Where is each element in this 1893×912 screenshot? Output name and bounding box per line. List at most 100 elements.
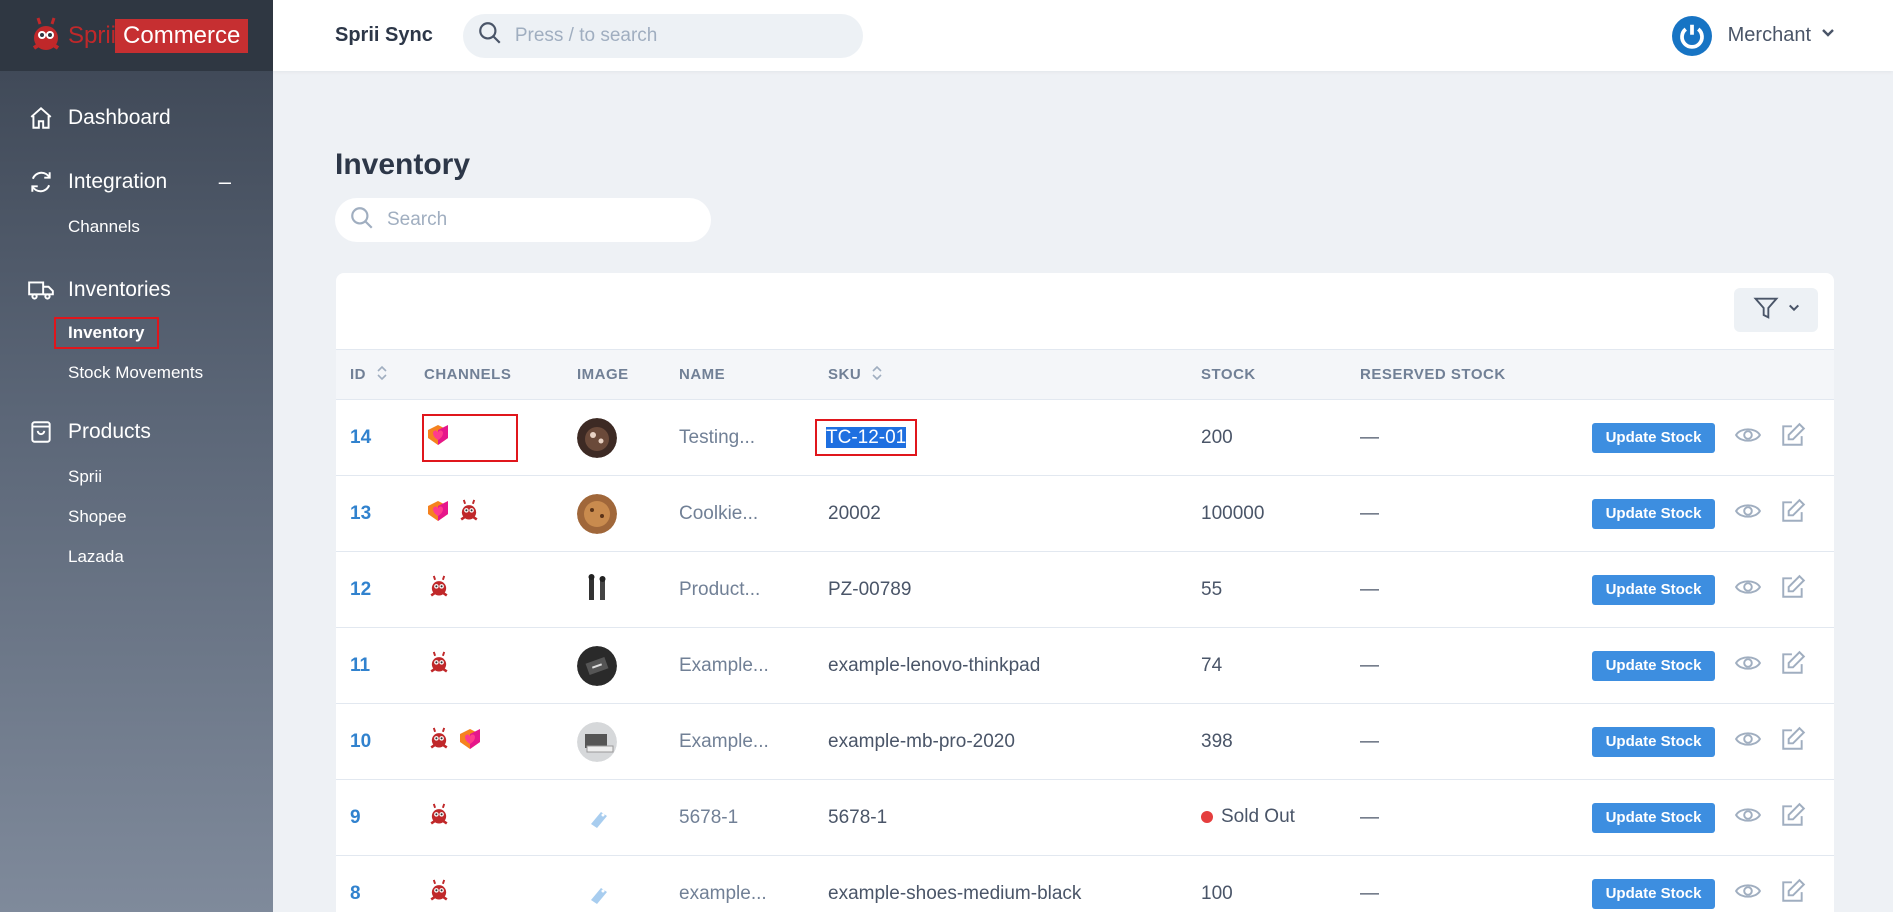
sku-value[interactable]: example-shoes-medium-black: [828, 883, 1081, 904]
product-thumbnail: [577, 797, 617, 838]
stock-value: 55: [1201, 578, 1223, 600]
sort-icon[interactable]: [377, 365, 387, 385]
view-eye-icon[interactable]: [1734, 574, 1761, 606]
column-header-label: SKU: [828, 365, 862, 383]
power-avatar-icon: [1671, 15, 1712, 56]
sidebar-item-lazada[interactable]: Lazada: [0, 537, 273, 577]
reserved-stock-value: —: [1360, 806, 1379, 828]
column-header-stock: STOCK: [1201, 366, 1256, 383]
view-eye-icon[interactable]: [1734, 650, 1761, 682]
table-row[interactable]: 13 Coolkie... 20002 100000 — Update Stoc…: [336, 476, 1834, 552]
collapse-icon[interactable]: –: [219, 169, 231, 195]
refresh-icon: [26, 167, 56, 197]
table-row[interactable]: 11 Example... example-lenovo-thinkpad 74…: [336, 628, 1834, 704]
view-eye-icon[interactable]: [1734, 802, 1761, 834]
channel-icons: [424, 872, 454, 912]
sidebar-item-products[interactable]: Products: [0, 413, 273, 451]
update-stock-button[interactable]: Update Stock: [1591, 802, 1716, 833]
column-header-id[interactable]: ID: [336, 350, 424, 400]
id-cell[interactable]: 12: [336, 552, 424, 628]
id-cell[interactable]: 13: [336, 476, 424, 552]
sort-icon[interactable]: [872, 365, 882, 385]
stock-cell: 55: [1201, 552, 1360, 628]
view-eye-icon[interactable]: [1734, 726, 1761, 758]
table-row[interactable]: 10 Example... example-mb-pro-2020 398 — …: [336, 704, 1834, 780]
id-cell[interactable]: 9: [336, 780, 424, 856]
update-stock-button[interactable]: Update Stock: [1591, 498, 1716, 529]
table-row[interactable]: 8 example... example-shoes-medium-black …: [336, 856, 1834, 912]
edit-icon[interactable]: [1780, 878, 1806, 910]
id-cell[interactable]: 10: [336, 704, 424, 780]
edit-icon[interactable]: [1780, 422, 1806, 454]
channel-icons: [424, 644, 454, 688]
actions-cell: Update Stock: [1579, 400, 1834, 476]
product-id-link[interactable]: 9: [350, 807, 361, 828]
id-cell[interactable]: 14: [336, 400, 424, 476]
edit-icon[interactable]: [1780, 650, 1806, 682]
edit-icon[interactable]: [1780, 498, 1806, 530]
sku-value[interactable]: PZ-00789: [828, 579, 911, 600]
sku-value[interactable]: example-mb-pro-2020: [828, 731, 1015, 752]
reserved-stock-cell: —: [1360, 400, 1579, 476]
stock-cell: 100000: [1201, 476, 1360, 552]
image-cell: [577, 476, 679, 552]
image-cell: [577, 704, 679, 780]
column-header-name: NAME: [679, 366, 726, 383]
product-id-link[interactable]: 13: [350, 503, 371, 524]
product-id-link[interactable]: 8: [350, 883, 361, 904]
sku-cell: PZ-00789: [828, 552, 1201, 628]
stock-cell: 100: [1201, 856, 1360, 912]
sidebar-item-shopee[interactable]: Shopee: [0, 497, 273, 537]
name-cell: Coolkie...: [679, 476, 828, 552]
sidebar-item-channels[interactable]: Channels: [0, 207, 273, 247]
update-stock-button[interactable]: Update Stock: [1591, 726, 1716, 757]
edit-icon[interactable]: [1780, 726, 1806, 758]
sprii-channel-icon: [426, 574, 452, 606]
view-eye-icon[interactable]: [1734, 422, 1761, 454]
inventory-table-body: 14 Testing... TC-12-01 200 — Update Stoc…: [336, 400, 1834, 912]
sku-highlight[interactable]: TC-12-01: [814, 418, 918, 456]
sidebar-item-stock-movements[interactable]: Stock Movements: [0, 353, 273, 393]
product-thumbnail: [577, 493, 617, 534]
product-id-link[interactable]: 10: [350, 731, 371, 752]
product-name: Product...: [679, 578, 761, 600]
view-eye-icon[interactable]: [1734, 878, 1761, 910]
table-row[interactable]: 9 5678-1 5678-1 Sold Out — Update Stock: [336, 780, 1834, 856]
sidebar-item-label: Stock Movements: [68, 363, 204, 382]
update-stock-button[interactable]: Update Stock: [1591, 422, 1716, 453]
topbar: Sprii Sync Press / to search Merchant: [273, 0, 1893, 71]
product-id-link[interactable]: 14: [350, 427, 371, 448]
table-row[interactable]: 12 Product... PZ-00789 55 — Update Stock: [336, 552, 1834, 628]
view-eye-icon[interactable]: [1734, 498, 1761, 530]
update-stock-button[interactable]: Update Stock: [1591, 574, 1716, 605]
column-header-sku[interactable]: SKU: [828, 350, 1201, 400]
sku-value[interactable]: example-lenovo-thinkpad: [828, 655, 1040, 676]
sku-value[interactable]: 5678-1: [828, 807, 887, 828]
sidebar-item-dashboard[interactable]: Dashboard: [0, 99, 273, 137]
sidebar-item-sprii[interactable]: Sprii: [0, 457, 273, 497]
brand[interactable]: Sprii Commerce: [0, 0, 273, 71]
product-id-link[interactable]: 12: [350, 579, 371, 600]
filter-button[interactable]: [1734, 288, 1818, 332]
edit-icon[interactable]: [1780, 802, 1806, 834]
sidebar-item-inventories[interactable]: Inventories: [0, 271, 273, 309]
inventory-search-input[interactable]: Search: [335, 198, 711, 242]
sku-value[interactable]: 20002: [828, 503, 881, 524]
stock-value: 398: [1201, 730, 1233, 752]
sidebar-item-integration[interactable]: Integration –: [0, 163, 273, 201]
product-id-link[interactable]: 11: [350, 655, 370, 676]
global-search-input[interactable]: Press / to search: [462, 13, 863, 58]
table-row[interactable]: 14 Testing... TC-12-01 200 — Update Stoc…: [336, 400, 1834, 476]
sidebar-item-inventory[interactable]: Inventory: [0, 313, 273, 353]
sku-value[interactable]: TC-12-01: [826, 426, 907, 448]
user-menu[interactable]: Merchant: [1671, 15, 1835, 56]
app-name[interactable]: Sprii Sync: [335, 24, 433, 47]
name-cell: 5678-1: [679, 780, 828, 856]
channel-icons: [422, 413, 518, 462]
id-cell[interactable]: 8: [336, 856, 424, 912]
id-cell[interactable]: 11: [336, 628, 424, 704]
update-stock-button[interactable]: Update Stock: [1591, 650, 1716, 681]
edit-icon[interactable]: [1780, 574, 1806, 606]
sidebar-item-label: Products: [68, 420, 151, 443]
update-stock-button[interactable]: Update Stock: [1591, 878, 1716, 909]
